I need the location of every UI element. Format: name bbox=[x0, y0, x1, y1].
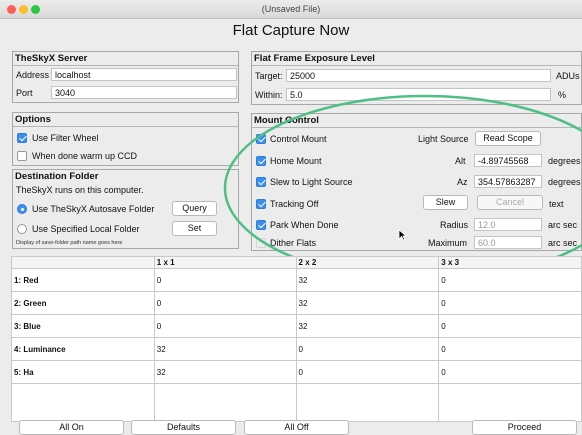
table-empty-area bbox=[11, 383, 155, 422]
use-filter-wheel-checkbox[interactable] bbox=[17, 133, 27, 143]
autosave-folder-label: Use TheSkyX Autosave Folder bbox=[32, 204, 155, 214]
address-input[interactable]: localhost bbox=[51, 68, 237, 81]
destination-note: TheSkyX runs on this computer. bbox=[16, 185, 144, 195]
target-input[interactable]: 25000 bbox=[286, 69, 551, 82]
table-empty-area bbox=[295, 383, 440, 422]
table-row: 3: Blue 0 32 0 bbox=[11, 314, 582, 338]
column-header: 2 x 2 bbox=[295, 256, 440, 269]
address-label: Address bbox=[16, 70, 50, 80]
table-empty-row bbox=[11, 383, 582, 422]
row-label: 4: Luminance bbox=[11, 337, 155, 361]
row-label: 2: Green bbox=[11, 291, 155, 315]
row-label: 3: Blue bbox=[11, 314, 155, 338]
warm-ccd-checkbox[interactable] bbox=[17, 151, 27, 161]
folder-path-display: Display of save-folder path name goes he… bbox=[16, 240, 123, 246]
table-cell[interactable]: 0 bbox=[438, 314, 582, 338]
destination-panel-title: Destination Folder bbox=[15, 171, 99, 182]
set-button[interactable]: Set bbox=[172, 221, 217, 236]
binning-table: 1 x 1 2 x 2 3 x 3 1: Red 0 32 0 2: Green… bbox=[11, 256, 582, 422]
table-cell[interactable]: 0 bbox=[438, 337, 582, 361]
app-title: Flat Capture Now bbox=[232, 22, 350, 39]
table-row: 1: Red 0 32 0 bbox=[11, 268, 582, 292]
row-label: 5: Ha bbox=[11, 360, 155, 384]
row-label: 1: Red bbox=[11, 268, 155, 292]
target-unit: ADUs bbox=[556, 71, 580, 81]
title-bar: (Unsaved File) bbox=[0, 0, 582, 19]
server-panel: TheSkyX Server Address localhost Port 30… bbox=[12, 51, 239, 103]
divider bbox=[13, 126, 238, 127]
query-button[interactable]: Query bbox=[172, 201, 217, 216]
table-cell[interactable]: 0 bbox=[295, 360, 440, 384]
autosave-folder-radio[interactable] bbox=[17, 204, 27, 214]
table-cell[interactable]: 0 bbox=[438, 268, 582, 292]
table-empty-area bbox=[153, 383, 297, 422]
all-off-button[interactable]: All Off bbox=[244, 420, 349, 435]
table-row: 2: Green 0 32 0 bbox=[11, 291, 582, 315]
all-on-button[interactable]: All On bbox=[19, 420, 124, 435]
table-cell[interactable]: 32 bbox=[153, 337, 297, 361]
exposure-panel-title: Flat Frame Exposure Level bbox=[254, 53, 375, 64]
table-cell[interactable]: 32 bbox=[153, 360, 297, 384]
warm-ccd-label: When done warm up CCD bbox=[32, 151, 138, 161]
table-cell[interactable]: 0 bbox=[438, 291, 582, 315]
column-header bbox=[11, 256, 155, 269]
table-row: 4: Luminance 32 0 0 bbox=[11, 337, 582, 361]
table-cell[interactable]: 0 bbox=[438, 360, 582, 384]
options-panel-title: Options bbox=[15, 114, 51, 125]
table-empty-area bbox=[438, 383, 582, 422]
table-row: 5: Ha 32 0 0 bbox=[11, 360, 582, 384]
table-cell[interactable]: 0 bbox=[153, 314, 297, 338]
table-cell[interactable]: 0 bbox=[153, 291, 297, 315]
table-cell[interactable]: 32 bbox=[295, 291, 440, 315]
window-title: (Unsaved File) bbox=[261, 4, 321, 14]
divider bbox=[13, 65, 238, 66]
port-label: Port bbox=[16, 88, 33, 98]
local-folder-radio[interactable] bbox=[17, 224, 27, 234]
server-panel-title: TheSkyX Server bbox=[15, 53, 88, 64]
defaults-button[interactable]: Defaults bbox=[131, 420, 236, 435]
divider bbox=[252, 65, 581, 66]
proceed-button[interactable]: Proceed bbox=[472, 420, 577, 435]
table-header-row: 1 x 1 2 x 2 3 x 3 bbox=[11, 256, 582, 269]
column-header: 3 x 3 bbox=[438, 256, 582, 269]
table-cell[interactable]: 0 bbox=[295, 337, 440, 361]
target-label: Target: bbox=[255, 71, 283, 81]
table-cell[interactable]: 32 bbox=[295, 314, 440, 338]
local-folder-label: Use Specified Local Folder bbox=[32, 224, 140, 234]
use-filter-wheel-label: Use Filter Wheel bbox=[32, 133, 99, 143]
port-input[interactable]: 3040 bbox=[51, 86, 237, 99]
column-header: 1 x 1 bbox=[153, 256, 297, 269]
destination-panel: Destination Folder TheSkyX runs on this … bbox=[12, 169, 239, 249]
options-panel: Options Use Filter Wheel When done warm … bbox=[12, 112, 239, 166]
table-cell[interactable]: 0 bbox=[153, 268, 297, 292]
table-cell[interactable]: 32 bbox=[295, 268, 440, 292]
